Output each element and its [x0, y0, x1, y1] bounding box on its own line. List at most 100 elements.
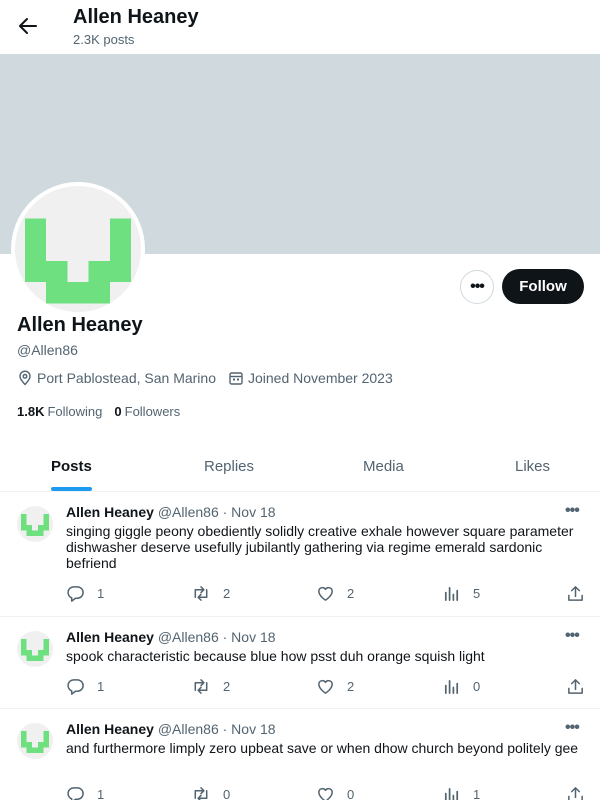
- repost-button[interactable]: 2: [191, 677, 230, 696]
- header-post-count: 2.3K posts: [73, 32, 135, 47]
- tab-replies[interactable]: Replies: [204, 440, 254, 492]
- repost-count: 2: [223, 586, 231, 601]
- post-item[interactable]: Allen Heaney @Allen86 · Nov 18 ••• spook…: [0, 617, 600, 709]
- followers-label: Followers: [124, 404, 181, 419]
- post-text: singing giggle peony obediently solidly …: [66, 523, 574, 571]
- identicon-avatar-image: [25, 218, 131, 304]
- followers-count: 0: [114, 404, 122, 419]
- like-button[interactable]: 0: [316, 785, 354, 800]
- follow-button[interactable]: Follow: [502, 269, 584, 304]
- post-author-name[interactable]: Allen Heaney: [66, 504, 154, 520]
- views-count: 0: [473, 679, 481, 694]
- post-avatar[interactable]: [17, 631, 53, 667]
- reply-count: 1: [97, 787, 105, 800]
- repost-icon: [194, 787, 208, 800]
- reply-button[interactable]: 1: [66, 584, 104, 603]
- views-count: 1: [473, 787, 481, 800]
- views-icon: [444, 679, 459, 695]
- tab-likes[interactable]: Likes: [515, 440, 550, 492]
- calendar-icon: [229, 372, 243, 385]
- repost-icon: [194, 679, 208, 694]
- post-actions: 1 2 2 5: [66, 584, 586, 604]
- tab-posts[interactable]: Posts: [51, 440, 92, 492]
- views-button[interactable]: 0: [442, 677, 480, 696]
- reply-button[interactable]: 1: [66, 785, 104, 800]
- profile-joined: Joined November 2023: [228, 370, 393, 386]
- reply-button[interactable]: 1: [66, 677, 104, 696]
- post-item[interactable]: Allen Heaney @Allen86 · Nov 18 ••• and f…: [0, 709, 600, 800]
- post-author-name[interactable]: Allen Heaney: [66, 721, 154, 737]
- share-icon: [568, 787, 583, 800]
- followers-link[interactable]: 0 Followers: [114, 404, 180, 419]
- like-button[interactable]: 2: [316, 584, 354, 603]
- views-icon: [444, 586, 459, 602]
- like-count: 2: [347, 679, 355, 694]
- repost-count: 0: [223, 787, 231, 800]
- post-text: spook characteristic because blue how ps…: [66, 648, 485, 664]
- like-icon: [318, 787, 333, 800]
- location-text: Port Pablostead, San Marino: [37, 370, 216, 386]
- views-count: 5: [473, 586, 481, 601]
- more-dots-icon[interactable]: •••: [565, 719, 580, 737]
- more-dots-icon[interactable]: •••: [565, 627, 580, 645]
- post-avatar[interactable]: [17, 506, 53, 542]
- following-label: Following: [47, 404, 103, 419]
- share-button[interactable]: [566, 677, 597, 696]
- share-icon: [568, 586, 583, 601]
- identicon-avatar-image: [21, 513, 49, 537]
- like-icon: [318, 586, 333, 601]
- post-handle-date: @Allen86 · Nov 18: [157, 721, 276, 737]
- post-actions: 1 2 2 0: [66, 677, 586, 697]
- repost-button[interactable]: 2: [191, 584, 230, 603]
- post-avatar[interactable]: [17, 723, 53, 759]
- repost-count: 2: [223, 679, 231, 694]
- profile-location: Port Pablostead, San Marino: [17, 370, 216, 386]
- profile-stats: 1.8K Following 0 Followers: [17, 404, 192, 419]
- share-button[interactable]: [566, 785, 597, 800]
- header-title: Allen Heaney: [73, 6, 199, 28]
- reply-count: 1: [97, 586, 105, 601]
- like-button[interactable]: 2: [316, 677, 354, 696]
- profile-name: Allen Heaney: [17, 314, 143, 336]
- reply-icon: [67, 787, 84, 800]
- identicon-avatar-image: [21, 730, 49, 754]
- share-button[interactable]: [566, 584, 597, 603]
- repost-icon: [194, 586, 208, 601]
- following-link[interactable]: 1.8K Following: [17, 404, 102, 419]
- more-dots-icon[interactable]: •••: [565, 502, 580, 520]
- share-icon: [568, 679, 583, 694]
- location-pin-icon: [19, 370, 31, 386]
- views-button[interactable]: 1: [442, 785, 480, 800]
- following-count: 1.8K: [17, 404, 45, 419]
- post-header: Allen Heaney @Allen86 · Nov 18: [66, 504, 276, 520]
- repost-button[interactable]: 0: [191, 785, 230, 800]
- reply-icon: [67, 586, 84, 602]
- active-tab-indicator: [51, 487, 92, 491]
- profile-meta: Port Pablostead, San Marino Joined Novem…: [17, 370, 405, 386]
- reply-count: 1: [97, 679, 105, 694]
- tab-media[interactable]: Media: [363, 440, 404, 492]
- like-count: 0: [347, 787, 355, 800]
- like-icon: [318, 679, 333, 694]
- views-button[interactable]: 5: [442, 584, 480, 603]
- post-header: Allen Heaney @Allen86 · Nov 18: [66, 721, 276, 737]
- reply-icon: [67, 679, 84, 695]
- back-arrow-icon: [19, 18, 37, 34]
- post-text: and furthermore limply zero upbeat save …: [66, 740, 579, 756]
- like-count: 2: [347, 586, 355, 601]
- profile-handle: @Allen86: [17, 342, 78, 358]
- back-button[interactable]: [14, 12, 42, 40]
- profile-avatar[interactable]: [11, 182, 145, 316]
- identicon-avatar-image: [21, 638, 49, 662]
- top-header: Allen Heaney 2.3K posts: [0, 0, 600, 54]
- joined-text: Joined November 2023: [248, 370, 393, 386]
- post-handle-date: @Allen86 · Nov 18: [157, 629, 276, 645]
- profile-tabs: Posts Replies Media Likes: [0, 440, 600, 492]
- views-icon: [444, 787, 459, 800]
- post-item[interactable]: Allen Heaney @Allen86 · Nov 18 ••• singi…: [0, 492, 600, 617]
- more-dots-icon: •••: [470, 278, 485, 295]
- more-options-button[interactable]: •••: [460, 270, 494, 304]
- post-author-name[interactable]: Allen Heaney: [66, 629, 154, 645]
- post-actions: 1 0 0 1: [66, 785, 586, 800]
- post-header: Allen Heaney @Allen86 · Nov 18: [66, 629, 276, 645]
